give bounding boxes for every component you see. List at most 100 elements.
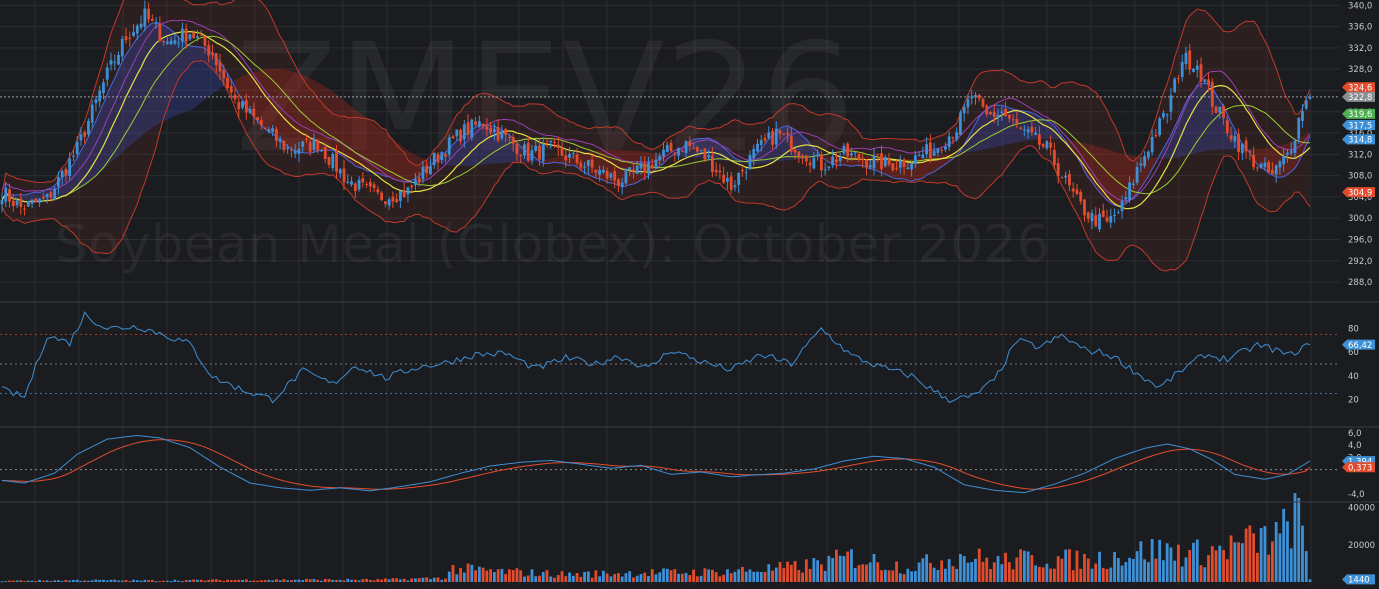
candle-body[interactable] (722, 174, 726, 183)
candle-body[interactable] (72, 155, 75, 157)
candle-body[interactable] (568, 153, 571, 158)
candle-body[interactable] (1143, 156, 1147, 167)
candle-body[interactable] (211, 52, 214, 55)
candle-body[interactable] (162, 41, 166, 43)
candle-body[interactable] (1271, 170, 1274, 175)
candle-body[interactable] (643, 163, 647, 173)
candle-body[interactable] (816, 154, 820, 157)
candle-body[interactable] (1229, 135, 1233, 140)
candle-body[interactable] (613, 171, 617, 181)
candle-body[interactable] (906, 167, 910, 169)
candle-body[interactable] (207, 45, 211, 56)
candle-body[interactable] (1188, 50, 1192, 70)
candle-body[interactable] (218, 61, 222, 72)
candle-body[interactable] (421, 166, 425, 180)
candle-body[interactable] (1282, 155, 1286, 165)
candle-body[interactable] (639, 163, 643, 169)
candle-body[interactable] (462, 124, 466, 140)
candle-body[interactable] (45, 194, 49, 198)
candle-body[interactable] (474, 121, 477, 125)
candle-body[interactable] (778, 130, 782, 134)
candle-body[interactable] (737, 172, 741, 185)
candle-body[interactable] (1146, 151, 1150, 158)
candle-body[interactable] (714, 169, 718, 172)
candle-body[interactable] (290, 149, 293, 151)
candle-body[interactable] (241, 101, 244, 108)
candle-body[interactable] (252, 108, 256, 117)
candle-body[interactable] (414, 179, 417, 186)
candle-body[interactable] (1210, 81, 1214, 107)
candle-body[interactable] (342, 168, 346, 183)
candle-body[interactable] (1207, 79, 1210, 86)
candle-body[interactable] (605, 170, 609, 179)
candle-body[interactable] (233, 94, 237, 100)
candle-body[interactable] (327, 156, 331, 165)
candle-body[interactable] (917, 155, 921, 157)
candle-body[interactable] (1109, 215, 1113, 223)
candle-body[interactable] (594, 169, 598, 173)
candle-body[interactable] (951, 137, 955, 139)
candle-body[interactable] (1139, 163, 1143, 166)
candle-body[interactable] (1173, 78, 1177, 93)
candle-body[interactable] (928, 142, 932, 159)
candle-body[interactable] (710, 155, 714, 173)
candle-body[interactable] (718, 170, 722, 173)
candle-body[interactable] (105, 67, 109, 80)
candle-body[interactable] (523, 144, 526, 156)
candle-body[interactable] (1195, 65, 1199, 70)
candle-body[interactable] (331, 153, 335, 168)
candle-body[interactable] (1079, 191, 1083, 202)
candle-body[interactable] (102, 82, 105, 94)
candle-body[interactable] (665, 144, 669, 153)
candle-body[interactable] (684, 140, 688, 154)
candle-body[interactable] (650, 165, 654, 169)
candle-body[interactable] (49, 192, 53, 198)
candle-body[interactable] (26, 200, 30, 207)
candle-body[interactable] (808, 162, 812, 166)
candle-body[interactable] (1075, 189, 1079, 195)
candle-body[interactable] (635, 165, 639, 174)
candle-body[interactable] (492, 129, 496, 132)
candle-body[interactable] (955, 132, 959, 140)
candle-body[interactable] (293, 150, 297, 154)
candle-body[interactable] (109, 60, 113, 65)
candle-body[interactable] (553, 141, 556, 144)
candle-body[interactable] (203, 36, 207, 46)
candle-body[interactable] (357, 179, 361, 190)
candle-body[interactable] (244, 100, 248, 113)
candle-body[interactable] (1041, 143, 1045, 147)
candle-body[interactable] (1304, 100, 1308, 109)
candle-body[interactable] (173, 40, 177, 44)
candle-body[interactable] (399, 190, 402, 201)
candle-body[interactable] (1026, 129, 1030, 133)
candle-body[interactable] (75, 141, 79, 155)
candle-body[interactable] (1255, 167, 1259, 169)
candle-body[interactable] (286, 147, 290, 150)
candle-body[interactable] (996, 114, 1000, 118)
candle-body[interactable] (1060, 177, 1064, 179)
candle-body[interactable] (921, 154, 925, 159)
candle-body[interactable] (1267, 162, 1271, 173)
candle-body[interactable] (1297, 117, 1301, 139)
candle-body[interactable] (481, 124, 485, 127)
candle-body[interactable] (447, 137, 451, 155)
candle-body[interactable] (726, 178, 729, 182)
candle-body[interactable] (752, 148, 756, 158)
candle-body[interactable] (41, 196, 45, 199)
candle-body[interactable] (1240, 143, 1244, 153)
candle-body[interactable] (226, 77, 229, 88)
candle-body[interactable] (124, 36, 128, 41)
candle-body[interactable] (703, 148, 707, 160)
candle-body[interactable] (432, 152, 436, 165)
candle-body[interactable] (425, 165, 429, 174)
candle-body[interactable] (1289, 150, 1293, 154)
candle-body[interactable] (598, 169, 602, 175)
candle-body[interactable] (789, 136, 793, 152)
candle-body[interactable] (1169, 95, 1173, 112)
candle-body[interactable] (872, 156, 876, 169)
candle-body[interactable] (1094, 215, 1098, 227)
candle-body[interactable] (1259, 163, 1263, 168)
candle-body[interactable] (323, 147, 327, 159)
candle-body[interactable] (992, 111, 996, 117)
candle-body[interactable] (406, 187, 410, 195)
